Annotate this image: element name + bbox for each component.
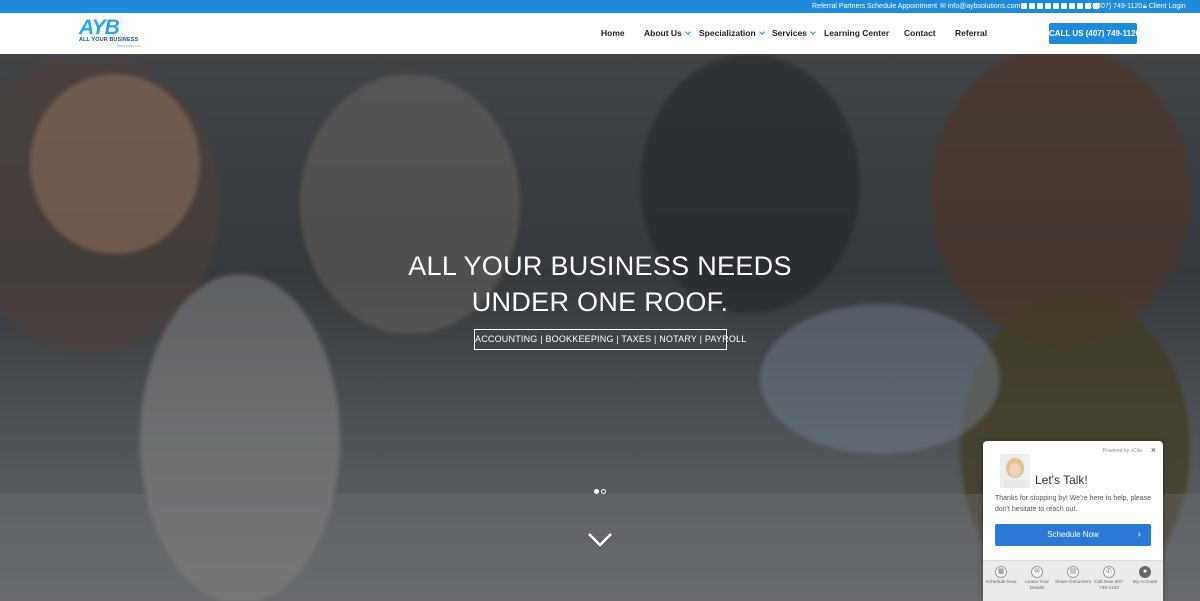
phone-icon: ✆ (1087, 3, 1093, 10)
chevron-right-icon: › (1137, 529, 1141, 540)
hero-title: ALL YOUR BUSINESS NEEDS UNDER ONE ROOF. (408, 251, 792, 317)
schedule-appointment-link[interactable]: Schedule Appointment (867, 0, 937, 13)
hero-services-tagline[interactable]: ACCOUNTING | BOOKKEEPING | TAXES | NOTAR… (474, 329, 746, 350)
chat-footer-actions: ▦ Schedule Now ✉ Leave Your Details ▤ Sh… (983, 560, 1163, 601)
logo-subtitle-small: SOLUTIONS LLC (117, 44, 141, 48)
document-icon: ▤ (1067, 566, 1079, 578)
site-logo[interactable]: AYB ALL YOUR BUSINESS SOLUTIONS LLC (79, 16, 151, 48)
chevron-down-icon (684, 29, 691, 35)
my-account-action[interactable]: ● My Account (1127, 561, 1163, 601)
phone-icon: ✆ (1103, 566, 1115, 578)
chevron-down-icon (810, 29, 816, 35)
facebook-icon[interactable] (1029, 3, 1035, 9)
site-header (0, 13, 1200, 54)
logo-mark: AYB (79, 16, 120, 39)
email-link[interactable]: ✉ info@aybsolutions.com (940, 0, 1020, 13)
call-us-button[interactable]: CALL US (407) 749-1120 (1049, 23, 1140, 44)
call-now-action[interactable]: ✆ Call Now 407-749-1120 (1091, 561, 1127, 601)
yelp-icon[interactable] (1053, 3, 1059, 9)
nav-specialization[interactable]: Specialization (699, 13, 765, 54)
calendar-icon: ▦ (995, 566, 1007, 578)
blogger-icon[interactable] (1061, 3, 1067, 9)
nav-contact[interactable]: Contact (904, 13, 936, 54)
schedule-now-action[interactable]: ▦ Schedule Now (983, 561, 1019, 601)
client-login-link[interactable]: 🔒︎ Client Login (1143, 0, 1186, 13)
linkedin-icon[interactable] (1037, 3, 1043, 9)
nav-home[interactable]: Home (601, 13, 625, 54)
close-icon[interactable]: × (1151, 445, 1156, 455)
nav-about-us[interactable]: About Us (644, 13, 691, 54)
lock-icon: 🔒︎ (1143, 3, 1147, 10)
rss-icon[interactable] (1069, 3, 1075, 9)
user-icon: ● (1139, 566, 1151, 578)
share-document-action[interactable]: ▤ Share Document (1055, 561, 1091, 601)
twitter-icon[interactable] (1021, 3, 1027, 9)
logo-subtitle: ALL YOUR BUSINESS (79, 37, 139, 43)
slider-dot[interactable] (601, 489, 606, 494)
chat-message: Thanks for stopping by! We're here to he… (995, 495, 1152, 513)
powered-by-label: Powered by vCita (1102, 448, 1142, 454)
phone-link[interactable]: ✆ (407) 749-1120 (1087, 0, 1142, 13)
chevron-down-icon (758, 29, 765, 35)
slider-dot-active[interactable] (594, 489, 599, 494)
leave-details-action[interactable]: ✉ Leave Your Details (1019, 561, 1055, 601)
chat-widget: Powered by vCita × Let's Talk! Thanks fo… (983, 441, 1163, 601)
scroll-down-chevron-icon[interactable] (587, 532, 613, 548)
referral-partners-link[interactable]: Referral Partners (812, 0, 865, 13)
nav-referral[interactable]: Referral (955, 13, 987, 54)
google-plus-icon[interactable] (1045, 3, 1051, 9)
top-utility-bar: Referral Partners Schedule Appointment ✉… (0, 0, 1200, 13)
envelope-icon: ✉ (940, 3, 946, 10)
chat-icon[interactable] (1077, 3, 1083, 9)
envelope-icon: ✉ (1031, 566, 1043, 578)
nav-services[interactable]: Services (772, 13, 816, 54)
nav-learning-center[interactable]: Learning Center (824, 13, 889, 54)
schedule-now-button[interactable]: Schedule Now › (995, 524, 1151, 546)
agent-avatar (1000, 454, 1030, 488)
chat-title: Let's Talk! (1035, 473, 1088, 487)
